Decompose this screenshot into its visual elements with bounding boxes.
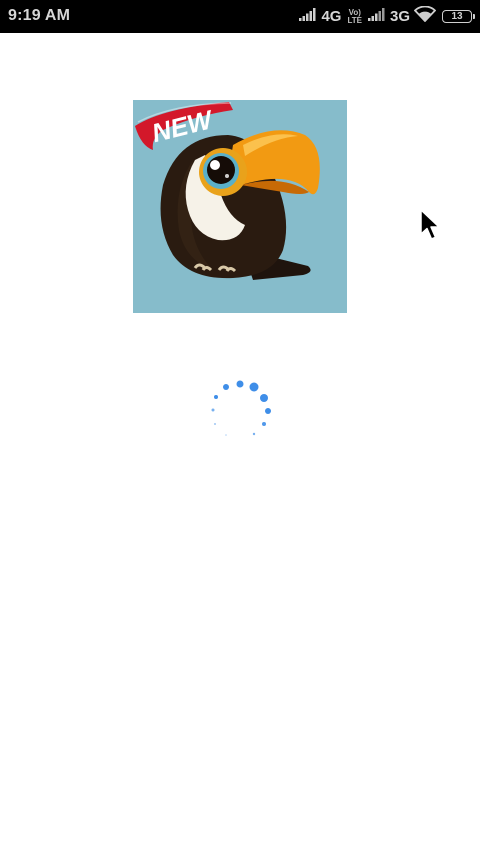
mouse-cursor-icon <box>420 209 442 241</box>
loading-spinner <box>205 374 275 444</box>
wifi-icon <box>413 5 437 27</box>
signal-icon-secondary <box>367 7 386 26</box>
volte-icon: Vo) LTE <box>347 8 362 25</box>
splash-screen: 9:19 AM 4G Vo) LTE 3G 13 NEW <box>0 0 480 853</box>
signal-icon <box>299 7 317 26</box>
app-splash-icon: NEW <box>133 100 347 313</box>
battery-icon: 13 <box>442 10 475 23</box>
status-icons: 4G Vo) LTE 3G 13 <box>299 0 475 33</box>
status-bar: 9:19 AM 4G Vo) LTE 3G 13 <box>0 0 480 33</box>
network-type-label-secondary: 3G <box>389 8 410 25</box>
volte-bottom-label: LTE <box>347 15 362 25</box>
battery-level: 13 <box>451 11 463 22</box>
network-type-label: 4G <box>321 8 342 25</box>
status-time: 9:19 AM <box>8 7 71 24</box>
toucan-icon: NEW <box>135 102 320 280</box>
